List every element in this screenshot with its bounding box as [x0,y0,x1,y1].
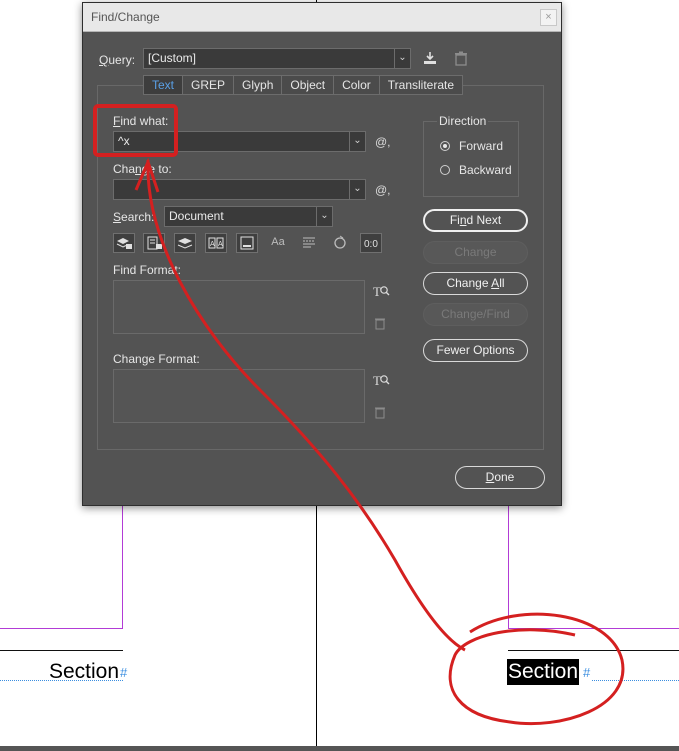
find-what-label: Find what: [113,114,169,128]
query-label: Query: [99,53,136,67]
change-to-label: Change to: [113,162,172,176]
lock-stories-icon[interactable] [143,233,165,253]
margin-guide-right [508,504,509,629]
svg-text:A: A [210,241,215,248]
close-icon[interactable]: × [540,9,557,26]
footnotes-icon[interactable] [236,233,258,253]
direction-forward-label[interactable]: Forward [459,139,503,153]
direction-group [423,121,519,197]
margin-guide-right-bottom [508,628,679,629]
done-button[interactable]: Done [455,466,545,489]
end-of-story-mark-left: # [120,665,128,680]
specify-attributes-find-icon[interactable]: T [372,283,390,302]
svg-text:0:0: 0:0 [364,239,378,250]
section-marker-right-selected[interactable]: Section [507,659,580,685]
bottom-scrollbar[interactable] [0,746,679,751]
special-characters-find-icon[interactable]: @, [375,135,391,149]
search-label: Search: [113,210,155,224]
chevron-down-icon[interactable]: ⌄ [316,207,332,226]
end-of-story-mark-right: # [583,665,591,680]
find-what-input[interactable]: ^x ⌄ [113,131,366,152]
change-button[interactable]: Change [423,241,528,264]
svg-text:T: T [373,373,381,388]
search-scope-value: Document [169,209,224,223]
find-next-button[interactable]: Find Next [423,209,528,232]
chevron-down-icon[interactable]: ⌄ [349,180,365,199]
whole-word-icon[interactable] [298,233,320,253]
margin-guide-left-bottom [0,628,123,629]
save-query-icon[interactable] [422,50,438,66]
tab-bar: Text GREP Glyph Object Color Translitera… [143,75,464,95]
find-what-value: ^x [118,134,130,148]
direction-forward-radio[interactable] [440,141,450,151]
kana-sensitive-icon[interactable] [329,233,351,253]
find-format-box[interactable] [113,280,365,334]
tab-transliterate[interactable]: Transliterate [378,75,464,95]
dialog-titlebar[interactable]: Find/Change × [83,3,561,32]
query-value: [Custom] [148,51,197,65]
change-format-box[interactable] [113,369,365,423]
query-select[interactable]: [Custom] ⌄ [143,48,411,69]
margin-guide-left [122,504,123,629]
rule-left [0,650,123,651]
specify-attributes-change-icon[interactable]: T [372,372,390,391]
tab-grep[interactable]: GREP [182,75,234,95]
direction-label: Direction [437,114,489,128]
change-find-button[interactable]: Change/Find [423,303,528,326]
svg-text:T: T [373,284,381,299]
section-marker-left[interactable]: Section [49,659,119,685]
tab-glyph[interactable]: Glyph [233,75,282,95]
dialog-title: Find/Change [91,10,160,24]
chevron-down-icon[interactable]: ⌄ [394,49,410,68]
search-scope-select[interactable]: Document ⌄ [164,206,333,227]
tab-text[interactable]: Text [143,75,183,95]
clear-change-format-icon[interactable] [374,406,386,422]
change-to-input[interactable]: ⌄ [113,179,366,200]
svg-text:A: A [218,241,223,248]
chevron-down-icon[interactable]: ⌄ [349,132,365,151]
find-format-label: Find Format: [113,263,182,277]
lock-layers-icon[interactable] [113,233,135,253]
tab-color[interactable]: Color [333,75,379,95]
fewer-options-button[interactable]: Fewer Options [423,339,528,362]
direction-backward-label[interactable]: Backward [459,163,512,177]
change-all-button[interactable]: Change All [423,272,528,295]
change-format-label: Change Format: [113,352,200,366]
case-sensitive-icon[interactable]: Aa [267,233,289,253]
rule-right [508,650,679,651]
baseline-right [592,680,679,681]
find-change-dialog: Find/Change × Query: [Custom] ⌄ Text GRE… [82,2,562,506]
width-sensitive-icon[interactable]: 0:0 [360,233,382,253]
clear-find-format-icon[interactable] [374,317,386,333]
hidden-layers-icon[interactable] [174,233,196,253]
tab-object[interactable]: Object [281,75,334,95]
direction-backward-radio[interactable] [440,165,450,175]
master-pages-icon[interactable]: AA [205,233,227,253]
delete-query-icon[interactable] [454,51,468,66]
special-characters-change-icon[interactable]: @, [375,183,391,197]
